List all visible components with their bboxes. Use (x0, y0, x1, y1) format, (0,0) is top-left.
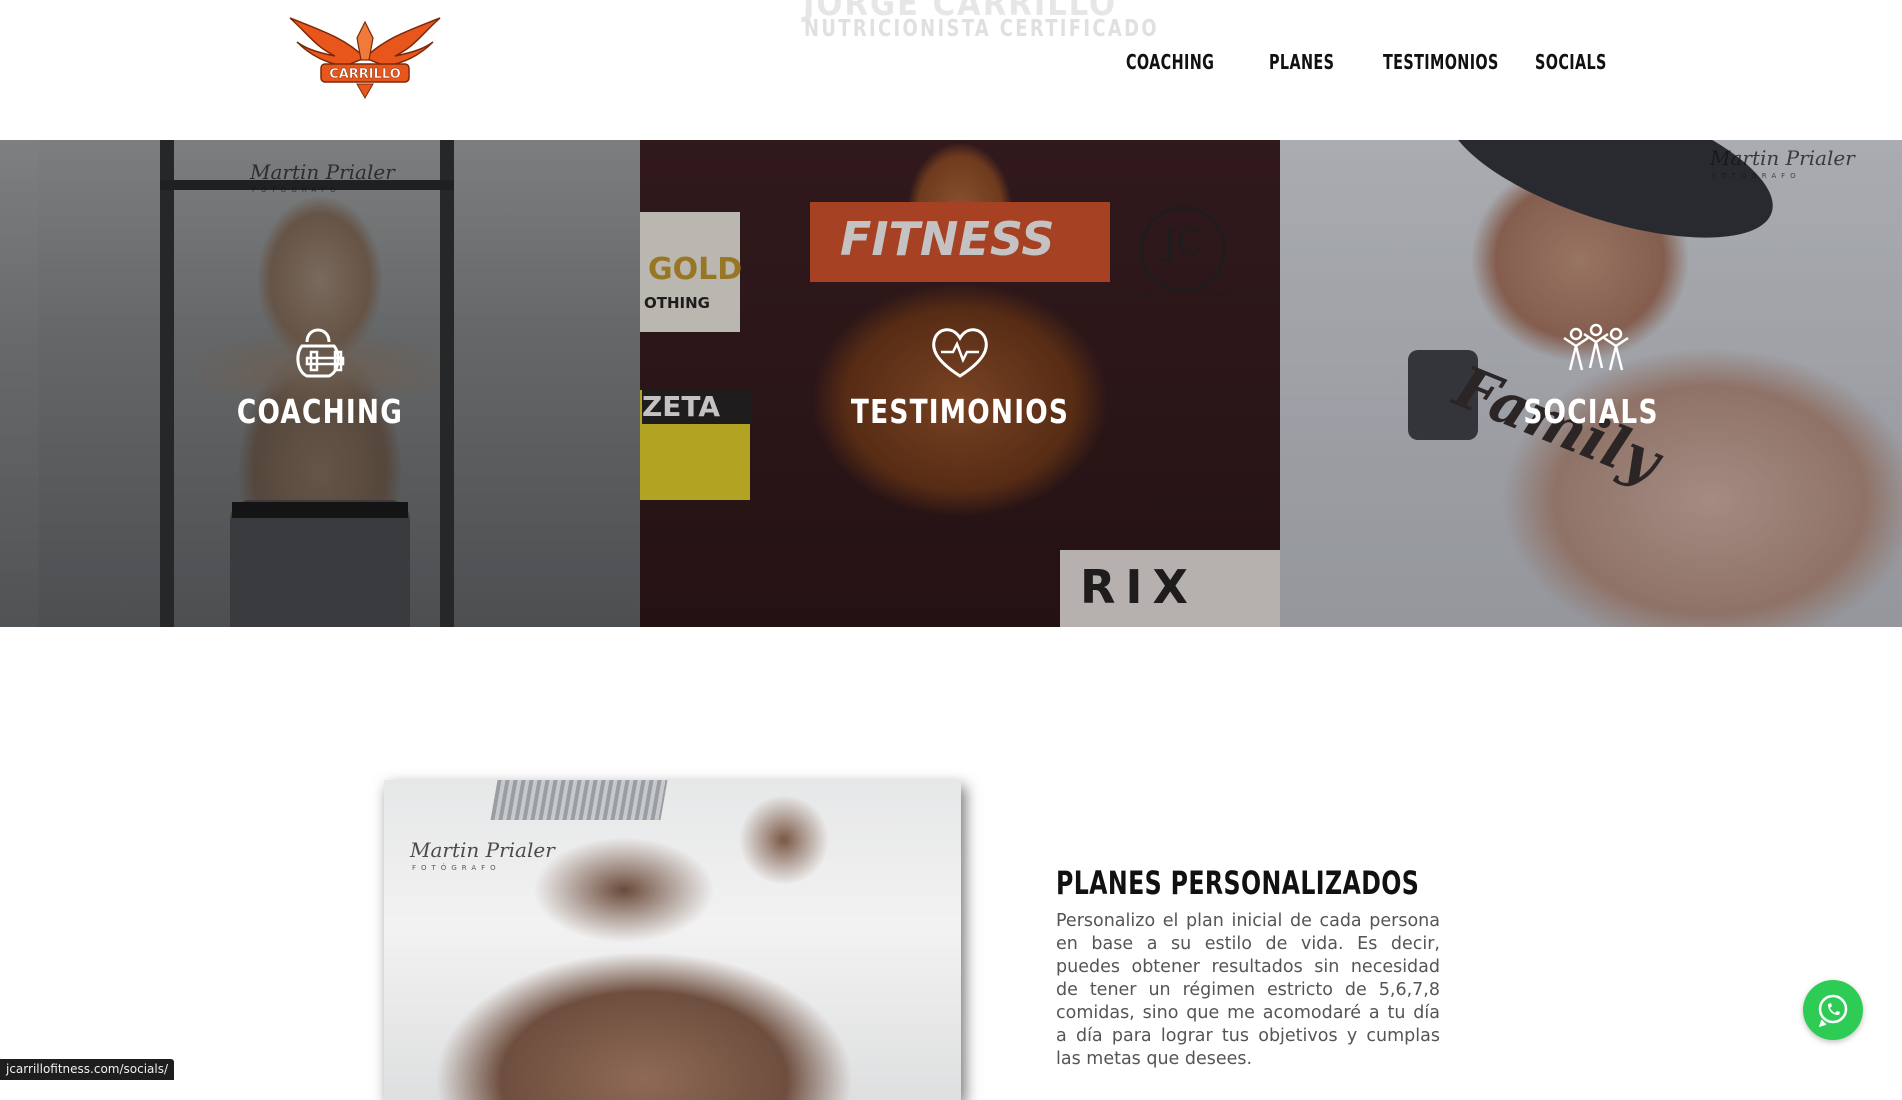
tile-socials[interactable]: Family Martin Prialer FOTÓGRAFO SOCIALS (1280, 140, 1902, 627)
hero-tiles: Martin Prialer FOTÓGRAFO COACHING FITNES… (0, 140, 1902, 627)
tile-coaching[interactable]: Martin Prialer FOTÓGRAFO COACHING (0, 140, 640, 627)
nav-coaching[interactable]: COACHING (1126, 50, 1214, 74)
logo-wordmark: CARRILLO (329, 67, 401, 82)
photographer-watermark: Martin Prialer (1710, 146, 1855, 170)
nav-testimonios[interactable]: TESTIMONIOS (1383, 50, 1499, 74)
site-logo[interactable]: CARRILLO (285, 8, 445, 100)
nav-socials[interactable]: SOCIALS (1535, 50, 1607, 74)
flex-photo: Martin Prialer FOTÓGRAFO (384, 780, 961, 1100)
section-description: Personalizo el plan inicial de cada pers… (1056, 911, 1440, 1069)
brand-subtitle: NUTRICIONISTA CERTIFICADO (804, 16, 1159, 42)
photographer-watermark: Martin Prialer (410, 838, 555, 862)
tile-testimonios[interactable]: FITNESS GOLD OTHING ZETA JC ATHLETIC ART… (640, 140, 1280, 627)
whatsapp-button[interactable] (1803, 980, 1863, 1040)
photographer-watermark: Martin Prialer (250, 160, 395, 184)
status-bar-url: jcarrillofitness.com/socials/ (0, 1059, 175, 1080)
photographer-watermark-sub: FOTÓGRAFO (252, 186, 341, 194)
tile-label-testimonios: TESTIMONIOS (850, 392, 1070, 431)
heart-pulse-icon (925, 320, 995, 382)
section-title: PLANES PERSONALIZADOS (1056, 864, 1420, 902)
ceiling-vent (490, 780, 668, 820)
flex-photo-bg (384, 780, 961, 1100)
nav-planes[interactable]: PLANES (1269, 50, 1334, 74)
tile-overlay (0, 140, 640, 627)
photographer-watermark-sub: FOTÓGRAFO (1712, 172, 1801, 180)
tile-overlay (1280, 140, 1902, 627)
site-header: CARRILLO JORGE CARRILLO NUTRICIONISTA CE… (0, 0, 1902, 140)
tile-overlay (640, 140, 1280, 627)
photographer-watermark-sub: FOTÓGRAFO (412, 864, 501, 872)
tile-label-coaching: COACHING (236, 392, 404, 431)
people-group-icon (1556, 320, 1629, 382)
whatsapp-icon (1818, 994, 1848, 1028)
tile-label-socials: SOCIALS (1523, 392, 1659, 431)
kettlebell-icon (285, 320, 355, 382)
